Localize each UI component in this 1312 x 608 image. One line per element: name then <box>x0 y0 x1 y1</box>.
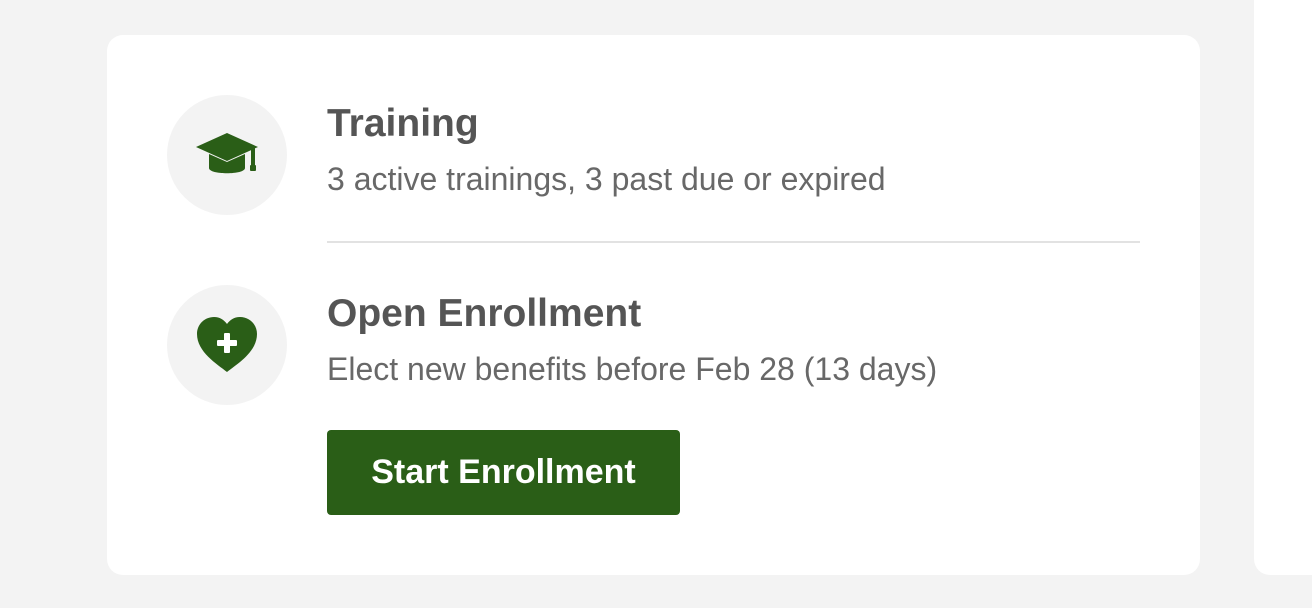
enrollment-icon-badge <box>167 285 287 405</box>
heart-plus-icon <box>197 317 257 372</box>
graduation-cap-icon <box>196 133 258 174</box>
open-enrollment-deadline: Elect new benefits before Feb 28 (13 day… <box>327 351 938 387</box>
section-divider <box>327 241 1140 243</box>
open-enrollment-title: Open Enrollment <box>327 292 642 335</box>
training-title: Training <box>327 102 479 145</box>
training-icon-badge <box>167 95 287 215</box>
tasks-card: Training 3 active trainings, 3 past due … <box>107 35 1200 575</box>
adjacent-card <box>1254 0 1312 575</box>
start-enrollment-button[interactable]: Start Enrollment <box>327 430 680 515</box>
training-summary: 3 active trainings, 3 past due or expire… <box>327 161 886 197</box>
